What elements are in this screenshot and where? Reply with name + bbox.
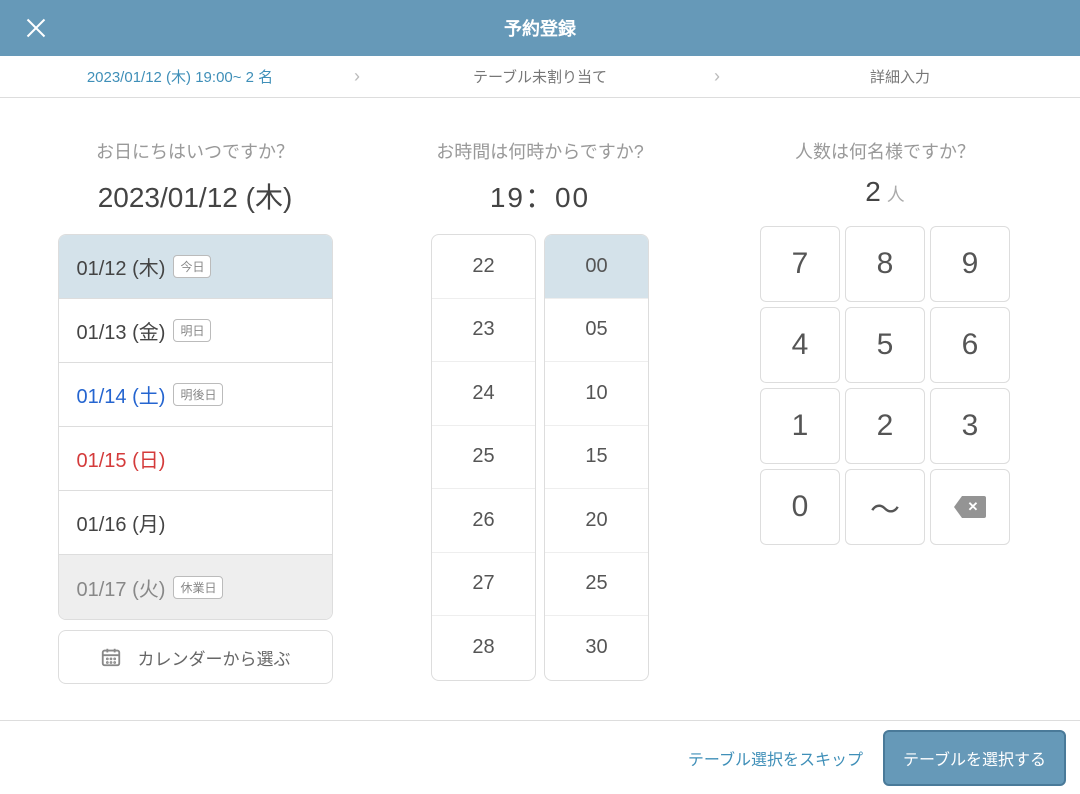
hour-item[interactable]: 25 bbox=[432, 426, 535, 490]
keypad-key-9[interactable]: 9 bbox=[930, 226, 1010, 302]
minute-item[interactable]: 30 bbox=[545, 616, 648, 680]
breadcrumb-step-3[interactable]: 詳細入力 bbox=[720, 66, 1080, 87]
date-column: お日にちはいつですか？ 2023/01/12 (木) 01/12 (木)今日01… bbox=[50, 138, 340, 762]
select-table-button[interactable]: テーブルを選択する bbox=[883, 730, 1066, 786]
keypad-key-4[interactable]: 4 bbox=[760, 307, 840, 383]
breadcrumb-step-1[interactable]: 2023/01/12 (木) 19:00~ 2 名 › bbox=[0, 66, 360, 87]
date-question: お日にちはいつですか？ bbox=[96, 138, 294, 164]
date-item-label: 01/16 (月) bbox=[77, 508, 166, 537]
date-list: 01/12 (木) 今日 01/13 (金) 明日 01/14 (土) 明後日 01/15 … bbox=[58, 234, 333, 620]
keypad-key-1[interactable]: 1 bbox=[760, 388, 840, 464]
date-item[interactable]: 01/16 (月) bbox=[59, 491, 332, 555]
people-count: 2 bbox=[865, 176, 881, 207]
hour-item[interactable]: 27 bbox=[432, 553, 535, 617]
minute-item[interactable]: 15 bbox=[545, 426, 648, 490]
date-item-label: 01/13 (金) bbox=[77, 316, 166, 345]
date-item-label: 01/14 (土) bbox=[77, 380, 166, 409]
people-unit: 人 bbox=[887, 185, 905, 205]
minute-item[interactable]: 10 bbox=[545, 362, 648, 426]
keypad-key-7[interactable]: 7 bbox=[760, 226, 840, 302]
hour-item[interactable]: 28 bbox=[432, 616, 535, 680]
main-content: お日にちはいつですか？ 2023/01/12 (木) 01/12 (木)今日01… bbox=[0, 98, 1080, 762]
calendar-button[interactable]: カレンダーから選ぶ bbox=[58, 630, 333, 684]
date-item[interactable]: 01/12 (木) 今日 bbox=[59, 235, 332, 299]
people-question: 人数は何名様ですか？ bbox=[795, 138, 975, 164]
date-item-label: 01/17 (火) bbox=[77, 573, 166, 602]
calendar-icon bbox=[100, 646, 122, 668]
keypad-key-5[interactable]: 5 bbox=[845, 307, 925, 383]
minute-list[interactable]: 00051015202530 bbox=[544, 234, 649, 681]
backspace-icon: ✕ bbox=[954, 496, 986, 518]
people-value: 2人 bbox=[865, 176, 905, 208]
keypad-key-8[interactable]: 8 bbox=[845, 226, 925, 302]
time-column: お時間は何時からですか? 19：00 22232425262728 000510… bbox=[395, 138, 685, 762]
hour-item[interactable]: 26 bbox=[432, 489, 535, 553]
keypad: 789 456 123 0〜 ✕ bbox=[760, 226, 1010, 545]
minute-item[interactable]: 05 bbox=[545, 299, 648, 363]
date-item-label: 01/15 (日) bbox=[77, 444, 166, 473]
keypad-key-〜[interactable]: 〜 bbox=[845, 469, 925, 545]
time-value: 19：00 bbox=[490, 176, 590, 216]
breadcrumb: 2023/01/12 (木) 19:00~ 2 名 › テーブル未割り当て › … bbox=[0, 56, 1080, 98]
date-item-badge: 明日 bbox=[173, 319, 211, 342]
breadcrumb-step-1-label: 2023/01/12 (木) 19:00~ 2 名 bbox=[87, 66, 273, 87]
calendar-button-label: カレンダーから選ぶ bbox=[138, 645, 291, 670]
keypad-key-2[interactable]: 2 bbox=[845, 388, 925, 464]
date-item[interactable]: 01/13 (金) 明日 bbox=[59, 299, 332, 363]
keypad-key-0[interactable]: 0 bbox=[760, 469, 840, 545]
time-question: お時間は何時からですか? bbox=[436, 138, 643, 164]
header-title: 予約登録 bbox=[0, 15, 1080, 41]
breadcrumb-step-3-label: 詳細入力 bbox=[870, 66, 930, 87]
date-item-badge: 今日 bbox=[173, 255, 211, 278]
people-column: 人数は何名様ですか？ 2人 7894561230〜✕ bbox=[740, 138, 1030, 762]
date-item[interactable]: 01/15 (日) bbox=[59, 427, 332, 491]
breadcrumb-step-2-label: テーブル未割り当て bbox=[473, 66, 607, 87]
hour-item[interactable]: 23 bbox=[432, 299, 535, 363]
keypad-backspace[interactable]: ✕ bbox=[930, 469, 1010, 545]
time-pickers: 22232425262728 00051015202530 bbox=[431, 234, 649, 681]
hour-item[interactable]: 22 bbox=[432, 235, 535, 299]
date-item[interactable]: 01/17 (火) 休業日 bbox=[59, 555, 332, 619]
minute-item[interactable]: 00 bbox=[545, 235, 648, 299]
hour-list[interactable]: 22232425262728 bbox=[431, 234, 536, 681]
keypad-key-3[interactable]: 3 bbox=[930, 388, 1010, 464]
footer: テーブル選択をスキップ テーブルを選択する bbox=[0, 720, 1080, 794]
date-value: 2023/01/12 (木) bbox=[98, 176, 293, 216]
minute-item[interactable]: 25 bbox=[545, 553, 648, 617]
date-item-badge: 明後日 bbox=[173, 383, 223, 406]
skip-table-link[interactable]: テーブル選択をスキップ bbox=[688, 746, 863, 770]
hour-item[interactable]: 24 bbox=[432, 362, 535, 426]
breadcrumb-step-2[interactable]: テーブル未割り当て › bbox=[360, 66, 720, 87]
date-item-label: 01/12 (木) bbox=[77, 252, 166, 281]
keypad-key-6[interactable]: 6 bbox=[930, 307, 1010, 383]
date-item[interactable]: 01/14 (土) 明後日 bbox=[59, 363, 332, 427]
header: 予約登録 bbox=[0, 0, 1080, 56]
date-item-badge: 休業日 bbox=[173, 576, 223, 599]
close-icon[interactable] bbox=[24, 16, 48, 40]
minute-item[interactable]: 20 bbox=[545, 489, 648, 553]
